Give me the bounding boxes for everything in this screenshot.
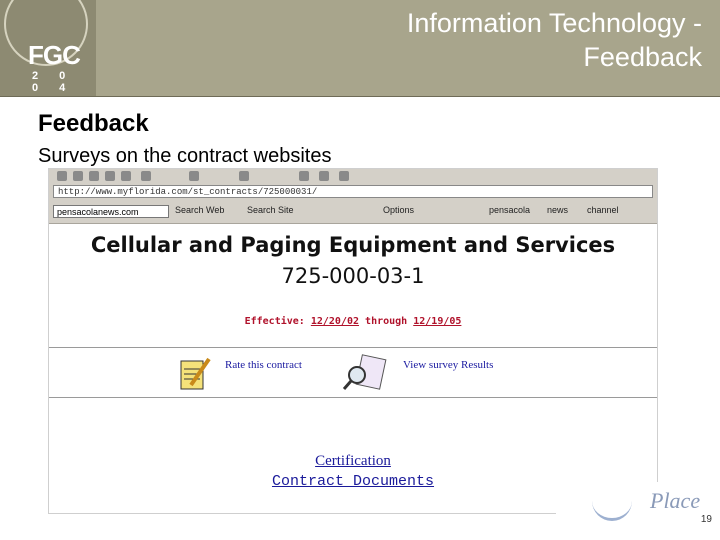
contract-number: 725-000-03-1	[281, 264, 425, 288]
effective-label: Effective:	[244, 316, 305, 327]
browser-screenshot: http://www.myflorida.com/st_contracts/72…	[48, 168, 658, 514]
effective-start: 12/20/02	[310, 316, 360, 327]
search-icon[interactable]	[141, 171, 151, 181]
brand-word: Place	[650, 488, 701, 513]
print-icon[interactable]	[319, 171, 329, 181]
myflorida-place-logo: Place	[556, 482, 720, 524]
options-button[interactable]: Options	[383, 205, 414, 215]
browser-address-bar: http://www.myflorida.com/st_contracts/72…	[49, 183, 657, 202]
favorites-icon[interactable]	[189, 171, 199, 181]
browser-menu-toolbar	[49, 169, 657, 184]
slide-title: Information Technology - Feedback	[407, 6, 702, 74]
pensacola-button[interactable]: pensacola	[489, 205, 530, 215]
effective-dates: Effective: 12/20/02 through 12/19/05	[49, 316, 657, 327]
search-web-button[interactable]: Search Web	[175, 205, 224, 215]
slide-header: FGC 2 0 0 4 Information Technology - Fee…	[0, 0, 720, 97]
news-button[interactable]: news	[547, 205, 568, 215]
survey-magnifier-icon[interactable]	[341, 353, 389, 393]
refresh-icon[interactable]	[105, 171, 115, 181]
effective-through: through	[365, 316, 408, 327]
divider	[49, 347, 657, 348]
toolbar-combo[interactable]: pensacolanews.com	[53, 205, 169, 218]
forward-icon[interactable]	[73, 171, 83, 181]
address-input[interactable]: http://www.myflorida.com/st_contracts/72…	[53, 185, 653, 198]
edit-icon[interactable]	[339, 171, 349, 181]
swoosh-icon	[592, 500, 632, 521]
slide-heading: Feedback	[38, 110, 149, 137]
mail-icon[interactable]	[299, 171, 309, 181]
logo-year: 2 0 0 4	[32, 70, 75, 94]
divider	[49, 397, 657, 398]
channel-button[interactable]: channel	[587, 205, 619, 215]
effective-end: 12/19/05	[413, 316, 462, 327]
home-icon[interactable]	[121, 171, 131, 181]
fgc-logo: FGC 2 0 0 4	[0, 0, 96, 96]
title-line-2: Feedback	[583, 42, 702, 72]
title-line-1: Information Technology -	[406, 8, 702, 38]
slide-subheading: Surveys on the contract websites	[38, 145, 332, 167]
notepad-pencil-icon[interactable]	[175, 353, 215, 393]
logo-text: FGC	[28, 40, 81, 70]
stop-icon[interactable]	[89, 171, 99, 181]
contract-title: Cellular and Paging Equipment and Servic…	[90, 233, 616, 257]
search-site-button[interactable]: Search Site	[247, 205, 294, 215]
page-number: 19	[700, 514, 712, 525]
back-icon[interactable]	[57, 171, 67, 181]
certification-link[interactable]: Certification	[49, 453, 657, 470]
browser-search-toolbar: pensacolanews.com Search Web Search Site…	[49, 201, 657, 224]
rate-contract-link[interactable]: Rate this contract	[225, 359, 302, 371]
media-icon[interactable]	[239, 171, 249, 181]
view-results-link[interactable]: View survey Results	[403, 359, 493, 371]
